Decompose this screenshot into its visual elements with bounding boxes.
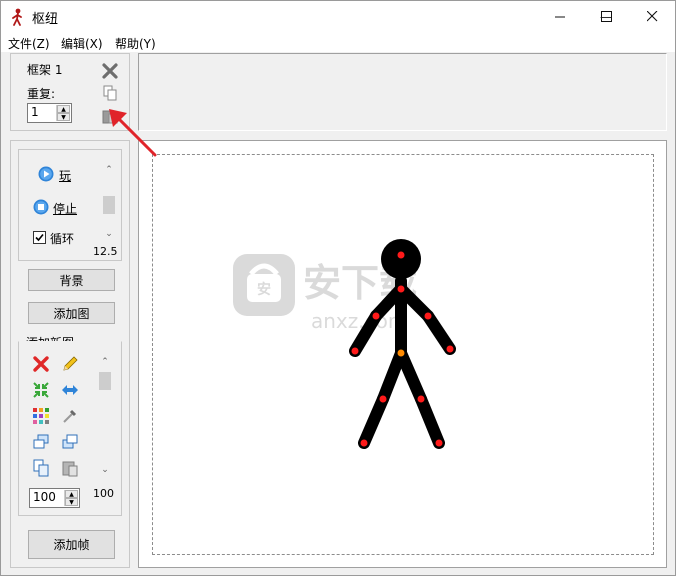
menu-bar: 文件(Z) 编辑(X) 帮助(Y)	[1, 32, 675, 52]
close-button[interactable]	[629, 1, 675, 32]
joint-right-foot[interactable]	[435, 439, 443, 447]
frames-strip[interactable]	[138, 53, 667, 131]
delete-figure-icon[interactable]	[32, 355, 50, 373]
slider-up-icon[interactable]: ⌃	[97, 354, 113, 370]
app-window: 枢纽 — 文件(Z) 编辑(X) 帮助(Y) 框架 1 重复: 1 ▲ ▼ 玩 …	[0, 0, 676, 576]
slider-thumb[interactable]	[103, 196, 115, 214]
bring-forward-icon[interactable]	[32, 433, 50, 451]
slider-down-icon[interactable]: ⌄	[97, 462, 113, 478]
joint-hip-origin[interactable]	[397, 349, 405, 357]
stickman-app-icon	[12, 8, 22, 26]
background-button[interactable]: 背景	[28, 269, 115, 291]
send-backward-icon[interactable]	[61, 433, 79, 451]
minimize-button-main[interactable]	[537, 1, 583, 32]
joint-right-elbow[interactable]	[424, 312, 432, 320]
add-frame-button[interactable]: 添加帧	[28, 530, 115, 559]
color-palette-icon[interactable]	[32, 407, 50, 425]
figure-size-spinner[interactable]: 100 ▲ ▼	[29, 488, 80, 508]
loop-checkbox[interactable]	[33, 231, 46, 244]
play-icon[interactable]	[38, 166, 54, 182]
add-image-button[interactable]: 添加图	[28, 302, 115, 324]
window-title: 枢纽	[32, 12, 59, 27]
speed-slider[interactable]: ⌃ ⌄	[101, 162, 117, 242]
figure-size-value: 100	[33, 490, 56, 504]
repeat-spinner[interactable]: 1 ▲ ▼	[27, 103, 72, 123]
new-figure-group: ⌃ ⌄ 100 ▲ ▼ 100	[18, 341, 122, 516]
slider-thumb[interactable]	[99, 372, 111, 390]
delete-frame-icon[interactable]	[101, 62, 119, 80]
joint-left-hand[interactable]	[351, 347, 359, 355]
figure-size-arrows: ▲ ▼	[64, 490, 78, 506]
spin-up-icon[interactable]: ▲	[57, 105, 70, 113]
copy-frame-icon[interactable]	[101, 84, 119, 102]
edit-pencil-icon[interactable]	[61, 355, 79, 373]
joint-right-knee[interactable]	[417, 395, 425, 403]
spin-down-icon[interactable]: ▼	[57, 113, 70, 121]
checkmark-icon	[35, 233, 44, 242]
play-button[interactable]: 玩	[59, 167, 71, 184]
joint-left-elbow[interactable]	[372, 312, 380, 320]
repeat-spinner-arrows: ▲ ▼	[56, 105, 70, 121]
joint-left-knee[interactable]	[379, 395, 387, 403]
repeat-value: 1	[31, 105, 39, 119]
maximize-button[interactable]	[583, 1, 629, 32]
menu-edit[interactable]: 编辑(X)	[61, 35, 103, 52]
joint-head[interactable]	[397, 251, 405, 259]
stop-button[interactable]: 停止	[53, 200, 77, 217]
speed-readout: 12.5	[93, 245, 118, 258]
slider-down-icon[interactable]: ⌄	[101, 226, 117, 242]
joint-left-foot[interactable]	[360, 439, 368, 447]
annotation-arrow	[109, 109, 157, 157]
figure-limbs	[349, 275, 456, 449]
figure-size-slider[interactable]: ⌃ ⌄	[97, 354, 113, 478]
tool-panel: 玩 停止 循环 ⌃ ⌄ 12.5 背景 添加图 添加新图	[10, 140, 130, 568]
playback-group: 玩 停止 循环 ⌃ ⌄ 12.5	[18, 149, 122, 261]
paste-figure-icon[interactable]	[61, 459, 79, 477]
spin-down-icon[interactable]: ▼	[65, 498, 78, 506]
eyedropper-icon[interactable]	[61, 407, 79, 425]
close-icon	[646, 11, 657, 22]
shrink-icon[interactable]	[32, 381, 50, 399]
menu-help[interactable]: 帮助(Y)	[115, 35, 156, 52]
maximize-icon	[600, 11, 612, 22]
minimize-icon	[554, 16, 565, 18]
joint-neck[interactable]	[397, 285, 405, 293]
loop-label: 循环	[50, 232, 75, 246]
copy-figure-icon[interactable]	[32, 459, 50, 477]
joint-right-hand[interactable]	[446, 345, 454, 353]
figure-head	[381, 239, 421, 279]
spin-up-icon[interactable]: ▲	[65, 490, 78, 498]
flip-horizontal-icon[interactable]	[61, 381, 79, 399]
figure-size-readout: 100	[93, 487, 114, 500]
stop-icon[interactable]	[33, 199, 49, 215]
repeat-label: 重复:	[27, 87, 56, 101]
stick-figure[interactable]	[331, 231, 471, 461]
slider-up-icon[interactable]: ⌃	[101, 162, 117, 178]
frame-name: 框架 1	[27, 63, 63, 77]
menu-file[interactable]: 文件(Z)	[8, 35, 50, 52]
svg-text:安: 安	[257, 281, 271, 298]
